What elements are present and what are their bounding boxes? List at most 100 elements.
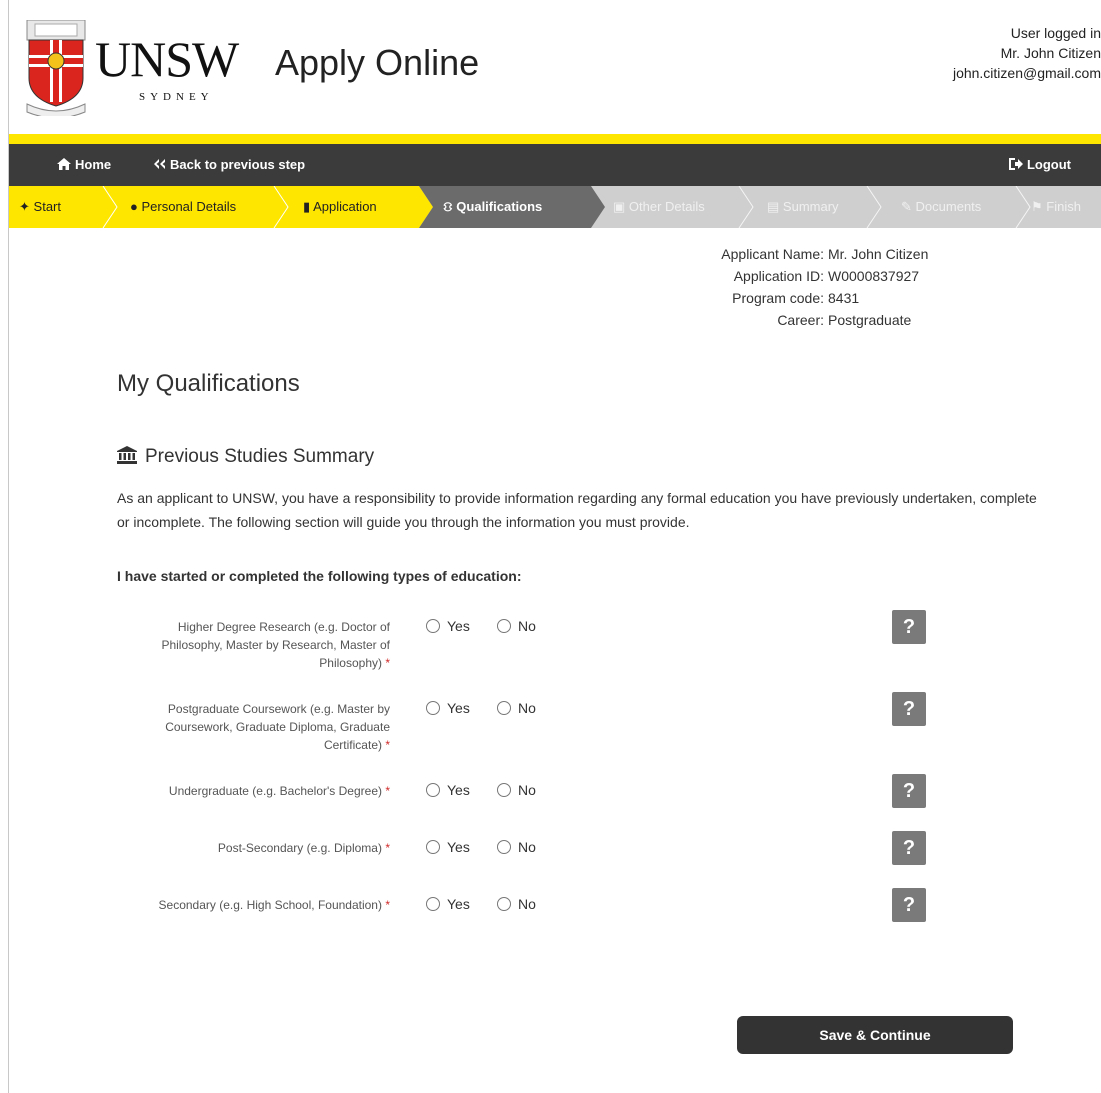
required-marker: * <box>385 656 390 670</box>
question-label: Secondary (e.g. High School, Foundation)… <box>120 896 390 914</box>
radio-yes[interactable]: Yes <box>426 782 470 800</box>
step-label: Documents <box>915 199 982 214</box>
applicant-summary: Applicant Name: Mr. John Citizen Applicat… <box>600 243 1100 331</box>
logout-link[interactable]: Logout <box>1008 144 1071 186</box>
user-name: Mr. John Citizen <box>1000 45 1101 61</box>
radio-yes[interactable]: Yes <box>426 618 470 636</box>
required-marker: * <box>385 738 390 752</box>
question-label: Postgraduate Coursework (e.g. Master by … <box>120 700 390 754</box>
progress-steps: ✦ Start ● Personal Details ▮ Application… <box>9 186 1101 228</box>
application-id-value: W0000837927 <box>828 268 920 284</box>
radio-circle[interactable] <box>426 783 440 797</box>
radio-yes-label: Yes <box>447 700 470 716</box>
radio-yes[interactable]: Yes <box>426 700 470 718</box>
radio-no[interactable]: No <box>497 782 536 800</box>
step-label: Start <box>33 199 61 214</box>
step-label: Personal Details <box>141 199 237 214</box>
radio-circle[interactable] <box>426 897 440 911</box>
radio-no-label: No <box>518 896 536 912</box>
radio-yes-label: Yes <box>447 896 470 912</box>
step-documents[interactable]: ✎ Documents <box>901 186 981 228</box>
nav-back-link[interactable]: Back to previous step <box>154 144 305 186</box>
question-label-text: Higher Degree Research (e.g. Doctor of P… <box>161 620 390 670</box>
applicant-name-label: Applicant Name: <box>721 246 824 262</box>
step-personal-details[interactable]: ● Personal Details <box>130 186 236 228</box>
radio-no[interactable]: No <box>497 700 536 718</box>
user-info: User logged in Mr. John Citizen john.cit… <box>953 23 1101 83</box>
radio-yes[interactable]: Yes <box>426 839 470 857</box>
logout-label: Logout <box>1026 157 1071 172</box>
step-application[interactable]: ▮ Application <box>303 186 377 228</box>
double-chevron-left-icon <box>154 159 165 169</box>
step-other-details[interactable]: ▣ Other Details <box>613 186 705 228</box>
radio-no-label: No <box>518 618 536 634</box>
site-header: UNSW SYDNEY Apply Online User logged in … <box>9 0 1101 136</box>
step-qualifications[interactable]: ⛻ Qualifications <box>443 186 542 228</box>
step-label: Summary <box>782 199 839 214</box>
required-marker: * <box>385 784 390 798</box>
question-label-text: Undergraduate (e.g. Bachelor's Degree) <box>168 784 382 798</box>
question-label: Higher Degree Research (e.g. Doctor of P… <box>120 618 390 672</box>
home-icon <box>57 158 71 170</box>
save-continue-button[interactable]: Save & Continue <box>737 1016 1013 1054</box>
help-button[interactable]: ? <box>892 774 926 808</box>
career-value: Postgraduate <box>828 312 912 328</box>
header-yellow-band <box>9 134 1101 144</box>
step-summary[interactable]: ▤ Summary <box>767 186 839 228</box>
radio-circle[interactable] <box>426 619 440 633</box>
question-label: Post-Secondary (e.g. Diploma) * <box>120 839 390 857</box>
unsw-logo-text: UNSW <box>95 31 239 87</box>
help-button[interactable]: ? <box>892 610 926 644</box>
help-button[interactable]: ? <box>892 692 926 726</box>
application-id-label: Application ID: <box>733 268 824 284</box>
question-label-text: Secondary (e.g. High School, Foundation) <box>158 898 382 912</box>
unsw-logo-subtext: SYDNEY <box>139 91 214 103</box>
user-status: User logged in <box>1010 25 1101 41</box>
radio-yes[interactable]: Yes <box>426 896 470 914</box>
top-nav-bar: Home Back to previous step Logout <box>9 144 1101 186</box>
radio-no[interactable]: No <box>497 618 536 636</box>
step-label: Qualifications <box>456 199 543 214</box>
radio-circle[interactable] <box>497 840 511 854</box>
radio-yes-label: Yes <box>447 618 470 634</box>
radio-circle[interactable] <box>426 701 440 715</box>
section-title: Previous Studies Summary <box>117 446 374 468</box>
radio-no[interactable]: No <box>497 839 536 857</box>
career-label: Career: <box>777 312 824 328</box>
user-icon: ● <box>130 199 138 214</box>
file-icon: ▣ <box>613 199 626 214</box>
step-finish[interactable]: ⚑ Finish <box>1031 186 1081 228</box>
question-label-text: Postgraduate Coursework (e.g. Master by … <box>165 702 390 752</box>
radio-no-label: No <box>518 782 536 798</box>
step-label: Application <box>313 199 377 214</box>
required-marker: * <box>385 898 390 912</box>
radio-circle[interactable] <box>426 840 440 854</box>
nav-home-label: Home <box>75 157 112 172</box>
required-marker: * <box>385 841 390 855</box>
app-title: Apply Online <box>275 42 480 83</box>
bank-icon: ⛻ <box>443 199 453 214</box>
radio-yes-label: Yes <box>447 782 470 798</box>
nav-home-link[interactable]: Home <box>57 144 111 186</box>
question-label-text: Post-Secondary (e.g. Diploma) <box>217 841 382 855</box>
step-label: Finish <box>1046 199 1081 214</box>
bank-icon <box>117 446 137 464</box>
question-label: Undergraduate (e.g. Bachelor's Degree) * <box>120 782 390 800</box>
radio-no[interactable]: No <box>497 896 536 914</box>
flag-icon: ⚑ <box>1031 199 1043 214</box>
step-label: Other Details <box>628 199 705 214</box>
help-button[interactable]: ? <box>892 888 926 922</box>
help-button[interactable]: ? <box>892 831 926 865</box>
radio-circle[interactable] <box>497 701 511 715</box>
step-start[interactable]: ✦ Start <box>19 186 61 228</box>
intro-text: As an applicant to UNSW, you have a resp… <box>117 490 1037 530</box>
logout-icon <box>1008 158 1023 170</box>
radio-circle[interactable] <box>497 619 511 633</box>
radio-no-label: No <box>518 700 536 716</box>
radio-circle[interactable] <box>497 783 511 797</box>
section-title-text: Previous Studies Summary <box>145 446 375 467</box>
paperclip-icon: ✎ <box>901 199 912 214</box>
nav-back-label: Back to previous step <box>170 157 306 172</box>
radio-circle[interactable] <box>497 897 511 911</box>
education-prompt: I have started or completed the followin… <box>117 568 522 584</box>
